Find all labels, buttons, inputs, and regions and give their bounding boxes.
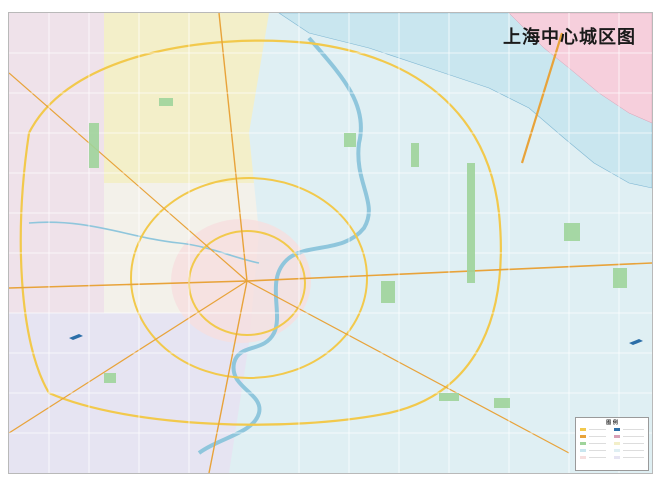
legend-swatches xyxy=(580,428,644,459)
map-frame[interactable]: 上海中心城区图 图 例 xyxy=(8,12,653,474)
map-title: 上海中心城区图 xyxy=(503,27,636,48)
map-canvas[interactable] xyxy=(9,13,652,473)
map-legend: 图 例 xyxy=(575,417,649,471)
